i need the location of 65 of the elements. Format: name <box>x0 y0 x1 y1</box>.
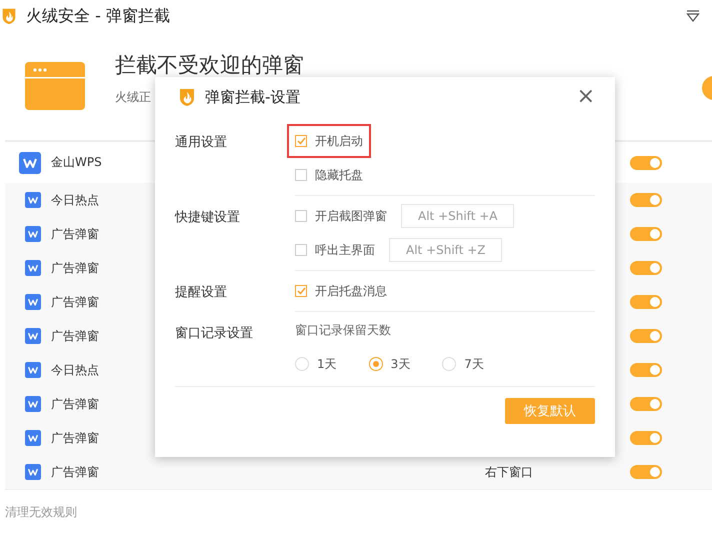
page-description: 火绒正 <box>115 89 151 106</box>
rule-name: 今日热点 <box>51 192 100 208</box>
rule-name: 广告弹窗 <box>51 260 100 276</box>
radio-label: 7天 <box>464 356 484 372</box>
restore-defaults-button[interactable]: 恢复默认 <box>505 398 595 424</box>
shortcut-field[interactable]: Alt +Shift +A <box>401 204 514 228</box>
clean-rules-link[interactable]: 清理无效规则 <box>5 489 712 521</box>
rule-name: 广告弹窗 <box>51 430 100 446</box>
rule-name: 广告弹窗 <box>51 328 100 344</box>
rule-name: 广告弹窗 <box>51 396 100 412</box>
radio-label: 3天 <box>390 356 410 372</box>
wps-app-icon <box>25 226 41 242</box>
dropdown-menu-icon[interactable] <box>686 10 700 22</box>
wps-app-icon <box>25 192 41 208</box>
wps-app-icon <box>25 328 41 344</box>
dialog-title: 弹窗拦截-设置 <box>205 88 302 106</box>
checkbox[interactable] <box>295 210 307 222</box>
wps-app-icon <box>25 396 41 412</box>
toggle-switch[interactable] <box>630 431 662 445</box>
wps-app-icon <box>25 464 41 480</box>
toggle-switch[interactable] <box>630 156 662 170</box>
wps-app-icon <box>19 152 41 174</box>
checkbox-label: 隐藏托盘 <box>315 166 363 184</box>
section-label: 窗口记录设置 <box>175 325 254 343</box>
checkbox-label: 开启托盘消息 <box>315 282 387 300</box>
radio-button[interactable] <box>442 357 456 371</box>
radio-label: 1天 <box>317 356 337 372</box>
checkbox[interactable] <box>295 135 307 147</box>
wps-app-icon <box>25 294 41 310</box>
toggle-switch[interactable] <box>630 227 662 241</box>
section-label: 通用设置 <box>175 134 228 152</box>
flame-shield-logo <box>177 87 197 107</box>
toggle-switch[interactable] <box>630 465 662 479</box>
wps-app-icon <box>25 430 41 446</box>
rule-name: 金山WPS <box>51 154 103 171</box>
section-label: 提醒设置 <box>175 284 228 302</box>
setting-hint: 窗口记录保留天数 <box>295 322 392 338</box>
checkbox[interactable] <box>295 169 307 181</box>
wps-app-icon <box>25 260 41 276</box>
checkbox-label: 呼出主界面 <box>315 242 375 258</box>
section-label: 快捷键设置 <box>175 209 241 227</box>
checkbox-label: 开机启动 <box>315 132 363 150</box>
rule-name: 广告弹窗 <box>51 294 100 310</box>
rule-name: 广告弹窗 <box>51 464 100 480</box>
checkbox[interactable] <box>295 244 307 256</box>
wps-app-icon <box>25 362 41 378</box>
toggle-switch[interactable] <box>630 295 662 309</box>
toggle-switch[interactable] <box>630 363 662 377</box>
rule-name: 广告弹窗 <box>51 226 100 242</box>
flame-shield-logo <box>0 7 18 25</box>
checkbox-label: 开启截图弹窗 <box>315 208 387 224</box>
toggle-switch[interactable] <box>630 397 662 411</box>
window-title: 火绒安全 - 弹窗拦截 <box>26 6 171 26</box>
checkbox[interactable] <box>295 285 307 297</box>
rule-name: 今日热点 <box>51 362 100 378</box>
page-heading: 拦截不受欢迎的弹窗 <box>115 53 304 77</box>
toggle-switch[interactable] <box>630 261 662 275</box>
window-icon <box>25 62 85 110</box>
close-button[interactable]: × <box>576 86 595 108</box>
radio-button[interactable] <box>368 357 383 371</box>
toggle-switch[interactable] <box>630 193 662 207</box>
rule-position: 右下窗口 <box>485 464 533 480</box>
toggle-switch[interactable] <box>630 329 662 343</box>
radio-button[interactable] <box>295 357 309 371</box>
shortcut-field[interactable]: Alt +Shift +Z <box>389 238 502 262</box>
